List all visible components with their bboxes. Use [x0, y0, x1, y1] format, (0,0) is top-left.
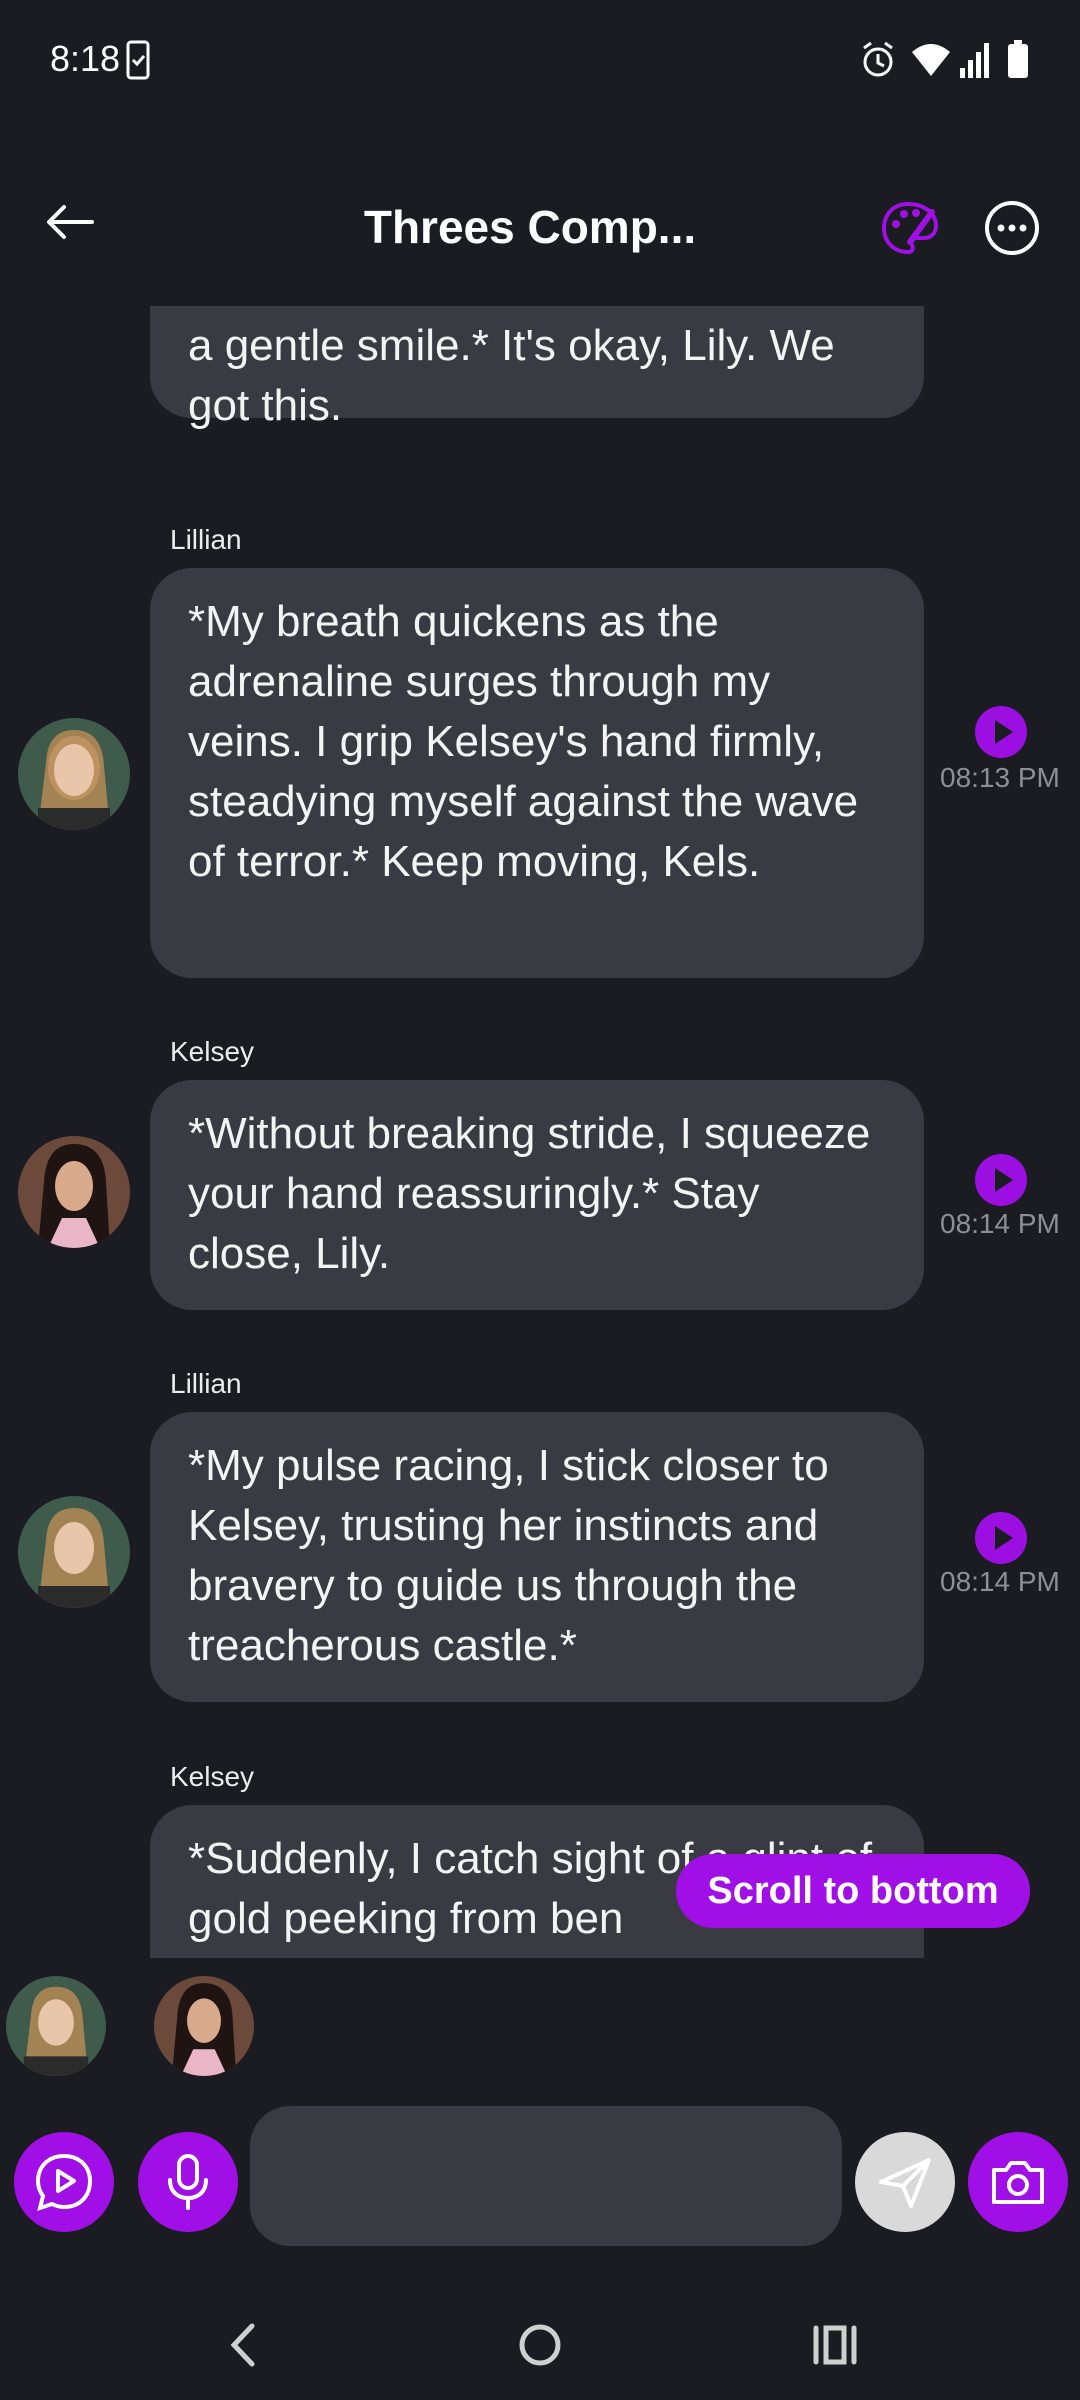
scroll-to-bottom-button[interactable]: Scroll to bottom: [676, 1854, 1030, 1928]
participants-row: [0, 1960, 1080, 2080]
battery-icon: [1008, 40, 1028, 78]
message-timestamp: 08:14 PM: [940, 1208, 1060, 1239]
sender-name: Kelsey: [170, 1036, 255, 1067]
sender-name: Lillian: [170, 1368, 242, 1399]
status-bar: 8:18: [0, 0, 1080, 120]
message-bubble: *My pulse racing, I stick closer to Kels…: [150, 1412, 924, 1702]
microphone-icon: [168, 2154, 208, 2210]
send-button[interactable]: [855, 2132, 955, 2232]
message-timestamp: 08:14 PM: [940, 1566, 1060, 1597]
alarm-icon: [863, 41, 893, 77]
chat-play-icon: [35, 2153, 93, 2212]
palette-icon[interactable]: [880, 198, 940, 258]
chat-header: Threes Comp...: [0, 150, 1080, 300]
message-bubble: *Without breaking stride, I squeeze your…: [150, 1080, 924, 1310]
avatar-lillian[interactable]: [18, 1496, 130, 1608]
message-bubble: *My breath quickens as the adrenaline su…: [150, 568, 924, 978]
avatar-lillian[interactable]: [18, 718, 130, 830]
nav-recents-icon[interactable]: [800, 2310, 870, 2380]
play-audio-button[interactable]: [975, 1512, 1027, 1564]
message-bubble: a gentle smile.* It's okay, Lily. We got…: [150, 306, 924, 430]
signal-icon: [960, 43, 989, 78]
play-audio-button[interactable]: [975, 1154, 1027, 1206]
camera-button[interactable]: [968, 2132, 1068, 2232]
play-audio-button[interactable]: [975, 706, 1027, 758]
chat-messages[interactable]: a gentle smile.* It's okay, Lily. We got…: [0, 306, 1080, 1958]
nav-back-icon[interactable]: [210, 2310, 280, 2380]
sender-name: Lillian: [170, 524, 242, 555]
camera-icon: [992, 2161, 1044, 2204]
participant-avatar-lillian[interactable]: [6, 1976, 106, 2076]
more-options-icon[interactable]: [982, 198, 1042, 258]
nav-home-icon[interactable]: [505, 2310, 575, 2380]
message-timestamp: 08:13 PM: [940, 762, 1060, 793]
participant-avatar-kelsey[interactable]: [154, 1976, 254, 2076]
phone-check-icon: [126, 40, 150, 80]
sender-name: Kelsey: [170, 1761, 255, 1792]
back-arrow-icon[interactable]: [40, 192, 100, 252]
play-conversation-button[interactable]: [14, 2132, 114, 2232]
status-time: 8:18: [50, 38, 121, 79]
chat-title: Threes Comp...: [363, 201, 697, 253]
microphone-button[interactable]: [138, 2132, 238, 2232]
send-icon: [879, 2158, 931, 2208]
message-input[interactable]: [250, 2106, 842, 2246]
system-nav-bar: [0, 2280, 1080, 2400]
avatar-kelsey[interactable]: [18, 1136, 130, 1248]
wifi-icon: [912, 44, 950, 76]
